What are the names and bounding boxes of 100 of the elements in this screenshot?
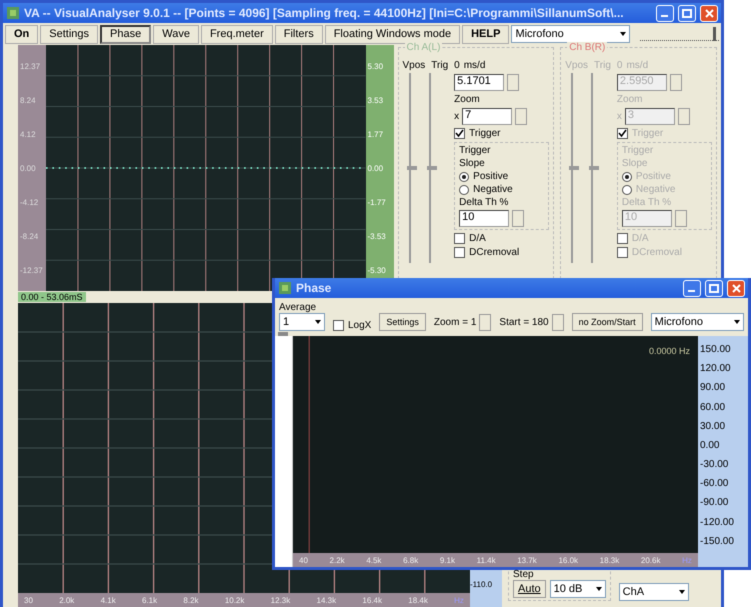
zoom-label: Zoom = 1 xyxy=(434,317,476,328)
slider-thumb[interactable] xyxy=(406,166,416,170)
close-button[interactable] xyxy=(727,280,745,296)
step-label: Step xyxy=(513,569,535,580)
axis-label: 18.4k xyxy=(408,596,428,604)
checkbox-label: DCremoval xyxy=(469,247,520,258)
slider-thumb[interactable] xyxy=(278,332,288,336)
toolbar-button[interactable]: Filters xyxy=(274,24,323,44)
axis-label: -4.12 xyxy=(20,198,40,206)
trigger-slider[interactable] xyxy=(428,73,436,263)
axis-label: 2.0k xyxy=(59,596,74,604)
time-range-label: 0.00 - 53.06mS xyxy=(18,292,86,302)
axis-label: 4.5k xyxy=(366,556,382,564)
delta-field[interactable]: 10 xyxy=(459,210,510,227)
axis-label: 40 xyxy=(299,556,308,564)
trigger-checkbox[interactable] xyxy=(454,128,466,139)
axis-label: 11.4k xyxy=(476,556,496,564)
auto-button[interactable]: Auto xyxy=(513,580,546,598)
toolbar-button[interactable]: Wave xyxy=(153,24,199,44)
toolbar-button[interactable]: Settings xyxy=(40,24,98,44)
minimize-button[interactable] xyxy=(683,280,701,296)
slider-thumb[interactable] xyxy=(712,27,716,41)
toolbar-button[interactable]: Phase xyxy=(100,24,152,44)
axis-label: 8.24 xyxy=(20,96,37,104)
axis-label: -90.00 xyxy=(700,497,730,508)
axis-label: 150.00 xyxy=(700,344,732,356)
group-title: Trigger xyxy=(622,145,654,156)
axis-label: 0.00 xyxy=(20,164,37,172)
toolbar-button[interactable]: On xyxy=(5,24,38,44)
device-select[interactable]: Microfono xyxy=(511,25,630,43)
axis-label: 1.77 xyxy=(368,130,384,138)
radio-label: Positive xyxy=(473,171,508,182)
axis-label: 18.3k xyxy=(600,556,620,564)
axis-label: 5.30 xyxy=(368,62,384,70)
ms-per-div-field[interactable]: 5.1701 xyxy=(454,74,504,91)
channel-legend: Ch B(R) xyxy=(567,42,608,53)
checkbox-label: LogX xyxy=(348,320,372,331)
axis-label: 12.3k xyxy=(270,596,290,604)
axis-label: -12.37 xyxy=(20,266,44,274)
radio-label: Positive xyxy=(636,171,671,182)
zoom-prefix: x xyxy=(616,111,622,122)
average-label: Average xyxy=(279,302,318,313)
axis-label: 60.00 xyxy=(700,402,726,413)
axis-label: 4.1k xyxy=(100,596,116,604)
minimize-button[interactable] xyxy=(656,4,674,22)
zoom-field[interactable]: 7 xyxy=(462,108,512,125)
device-select[interactable]: Microfono xyxy=(650,313,744,331)
axis-label: 90.00 xyxy=(700,382,726,394)
zoom-label: Zoom xyxy=(616,94,644,105)
channel-select[interactable]: ChA xyxy=(618,583,689,601)
maximize-button[interactable] xyxy=(678,4,696,22)
vpos-slider[interactable] xyxy=(408,73,416,263)
spin-button[interactable] xyxy=(552,314,564,331)
offset-value: 0 xyxy=(454,60,460,71)
axis-label: 13.7k xyxy=(517,556,537,564)
axis-unit: Hz xyxy=(682,556,692,564)
toolbar-button[interactable]: Freq.meter xyxy=(200,24,273,44)
settings-button[interactable]: Settings xyxy=(379,313,426,331)
axis-label: 0.00 xyxy=(700,440,720,451)
frequency-readout: 0.0000 Hz xyxy=(648,346,690,356)
axis-label: 12.37 xyxy=(20,62,42,70)
step-select[interactable]: 10 dB xyxy=(550,580,606,598)
option-checkbox[interactable] xyxy=(454,233,466,244)
close-icon xyxy=(732,284,740,292)
checkbox-label: DCremoval xyxy=(632,247,682,258)
checkbox-label: D/A xyxy=(469,233,486,244)
axis-label: 9.1k xyxy=(440,556,455,564)
axis-label: 30.00 xyxy=(700,420,726,432)
logx-checkbox[interactable] xyxy=(333,320,344,331)
spin-button[interactable] xyxy=(479,314,492,331)
axis-label: -3.53 xyxy=(368,232,387,240)
delta-label: Delta Th % xyxy=(459,197,510,208)
average-select[interactable]: 1 xyxy=(279,313,325,331)
axis-label: 0.00 xyxy=(368,164,384,172)
vpos-label: Vpos xyxy=(402,60,426,71)
volume-slider[interactable] xyxy=(640,27,719,41)
spin-button[interactable] xyxy=(507,74,520,91)
spin-button[interactable] xyxy=(515,108,528,125)
axis-label: -60.00 xyxy=(700,478,730,490)
start-label: Start = 180 xyxy=(499,317,549,328)
axis-label: 16.4k xyxy=(362,596,382,604)
slider-thumb[interactable] xyxy=(426,166,436,170)
close-button[interactable] xyxy=(700,4,718,22)
axis-label: -5.30 xyxy=(368,266,387,274)
maximize-button[interactable] xyxy=(705,280,723,296)
checkbox-label: D/A xyxy=(632,233,649,244)
radio-button[interactable] xyxy=(459,172,470,182)
toolbar-button[interactable]: HELP xyxy=(462,24,510,44)
axis-label: -1.77 xyxy=(368,198,387,206)
axis-label: -120.00 xyxy=(700,516,735,528)
toolbar-button[interactable]: Floating Windows mode xyxy=(324,24,460,44)
spin-button[interactable] xyxy=(512,210,524,227)
option-checkbox[interactable] xyxy=(454,247,466,258)
axis-label: -8.24 xyxy=(20,232,40,240)
offset-value: 0 xyxy=(616,60,622,71)
radio-button[interactable] xyxy=(459,184,470,194)
slope-label: Slope xyxy=(459,158,486,169)
no-zoom-button[interactable]: no Zoom/Start xyxy=(572,313,643,331)
axis-label: -150.00 xyxy=(700,536,735,547)
radio-label: Negative xyxy=(473,184,513,195)
